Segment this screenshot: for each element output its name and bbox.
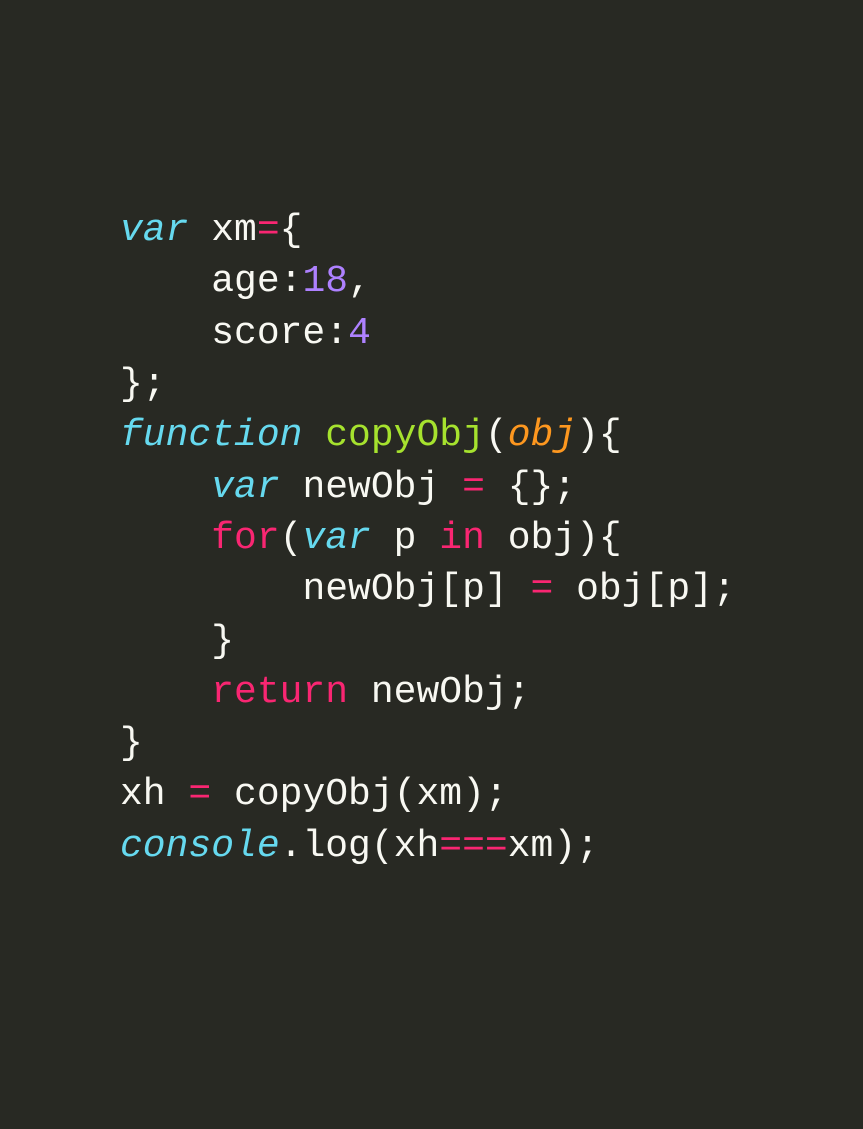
code-token: (xh — [371, 825, 439, 868]
code-line: console.log(xh===xm); — [120, 821, 863, 872]
code-token: }; — [120, 363, 166, 406]
code-token: { — [280, 209, 303, 252]
code-token: var — [211, 466, 302, 509]
code-token: var — [120, 209, 211, 252]
code-token: return — [211, 671, 348, 714]
code-token: = — [257, 209, 280, 252]
code-line: age:18, — [120, 256, 863, 307]
code-token: score — [211, 312, 325, 355]
code-token: console — [120, 825, 280, 868]
code-line: newObj[p] = obj[p]; — [120, 564, 863, 615]
code-line: score:4 — [120, 308, 863, 359]
code-token: } — [211, 620, 234, 663]
code-token: obj — [508, 414, 576, 457]
code-token: function — [120, 414, 325, 457]
code-token: : — [325, 312, 348, 355]
code-line: var xm={ — [120, 205, 863, 256]
code-token: newObj; — [348, 671, 530, 714]
code-token: ){ — [576, 414, 622, 457]
code-line: } — [120, 718, 863, 769]
code-token: } — [120, 722, 143, 765]
code-token: var — [302, 517, 393, 560]
code-line: for(var p in obj){ — [120, 513, 863, 564]
code-token: = — [188, 773, 211, 816]
code-block: var xm={ age:18, score:4};function copyO… — [0, 205, 863, 872]
code-token: age — [211, 260, 279, 303]
code-token: xm); — [508, 825, 599, 868]
code-token: === — [439, 825, 507, 868]
code-token: copyObj — [325, 414, 485, 457]
code-token: = — [462, 466, 485, 509]
code-token: xh — [120, 773, 188, 816]
code-token: ( — [485, 414, 508, 457]
code-token: log — [302, 825, 370, 868]
code-token: 4 — [348, 312, 371, 355]
code-line: function copyObj(obj){ — [120, 410, 863, 461]
code-token: 18 — [302, 260, 348, 303]
code-token: ( — [280, 517, 303, 560]
code-line: var newObj = {}; — [120, 462, 863, 513]
code-token: copyObj(xm); — [211, 773, 507, 816]
code-line: xh = copyObj(xm); — [120, 769, 863, 820]
code-line: }; — [120, 359, 863, 410]
code-token: . — [280, 825, 303, 868]
code-token: p — [394, 517, 440, 560]
code-token: newObj[p] — [302, 568, 530, 611]
code-token: : — [280, 260, 303, 303]
code-line: return newObj; — [120, 667, 863, 718]
code-token: obj[p]; — [553, 568, 735, 611]
code-token: , — [348, 260, 371, 303]
code-token: obj){ — [485, 517, 622, 560]
code-token: in — [439, 517, 485, 560]
code-token: = — [530, 568, 553, 611]
code-token: xm — [211, 209, 257, 252]
code-token: for — [211, 517, 279, 560]
code-line: } — [120, 616, 863, 667]
code-token: {}; — [485, 466, 576, 509]
code-token: newObj — [302, 466, 462, 509]
